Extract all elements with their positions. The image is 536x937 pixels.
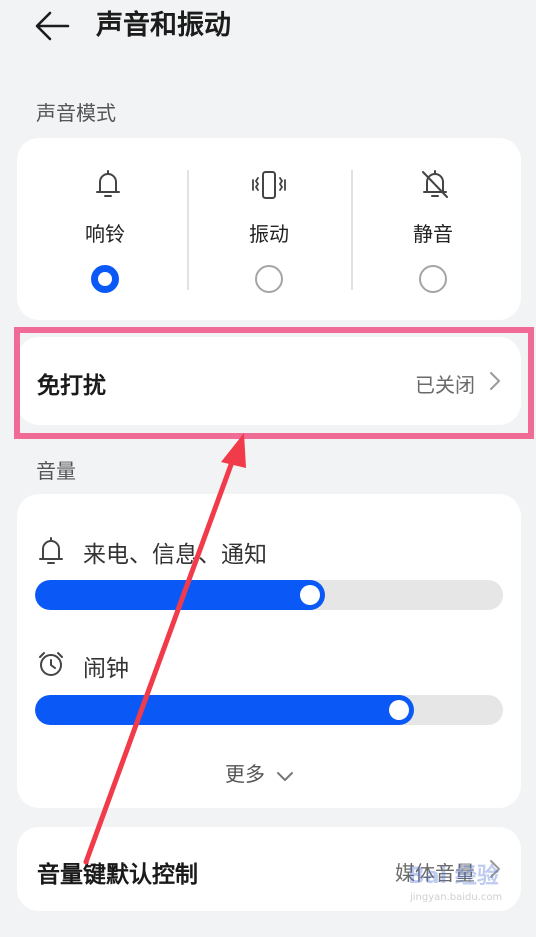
- annotation-arrow: [83, 433, 246, 865]
- watermark: Bai 经验: [408, 864, 499, 889]
- watermark-subtext: jingyan.baidu.com: [410, 892, 503, 903]
